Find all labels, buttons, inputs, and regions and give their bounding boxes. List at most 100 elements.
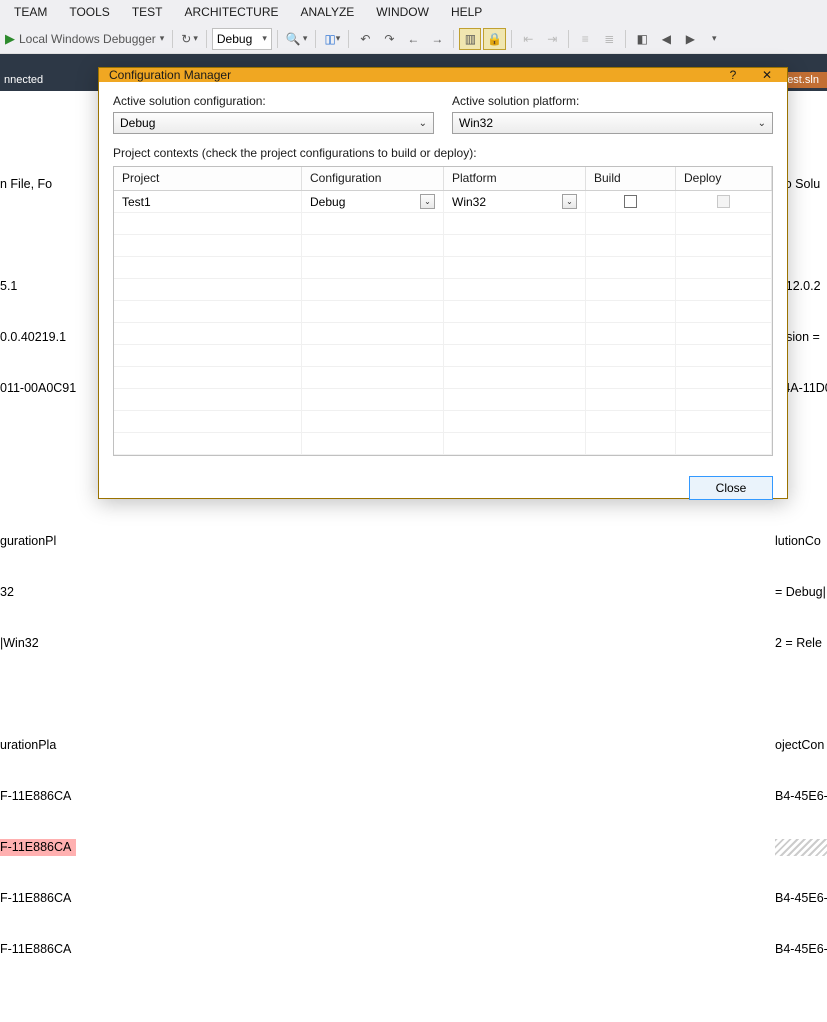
- editor-line: [0, 227, 76, 244]
- arrow-left-icon: ←: [407, 32, 419, 46]
- outdent-button[interactable]: ⇤: [517, 28, 539, 50]
- chevron-down-icon: ⌄: [419, 118, 427, 129]
- comment-button[interactable]: ≡: [574, 28, 596, 50]
- step-icon: ▯▯: [324, 32, 333, 46]
- solution-config-value: Debug: [120, 116, 155, 130]
- deploy-checkbox-disabled: [717, 195, 730, 208]
- separator: [348, 30, 349, 48]
- step-button[interactable]: ▯▯▾: [321, 28, 343, 50]
- editor-line: B4-45E6-: [775, 890, 827, 907]
- next-bookmark-button[interactable]: ▶: [679, 28, 701, 50]
- menu-team[interactable]: TEAM: [4, 3, 57, 21]
- toggle-b-button[interactable]: 🔒: [483, 28, 506, 50]
- cell-project: Test1: [114, 191, 302, 212]
- editor-line-hatched: [775, 839, 827, 856]
- col-project[interactable]: Project: [114, 167, 302, 190]
- editor-line: F-11E886CA: [0, 941, 76, 958]
- solution-config-dropdown[interactable]: Debug ⌄: [113, 112, 434, 134]
- dialog-titlebar[interactable]: Configuration Manager ? ✕: [99, 68, 787, 82]
- table-row-empty: [114, 235, 772, 257]
- comment-icon: ≡: [582, 32, 589, 46]
- close-dialog-button[interactable]: Close: [689, 476, 773, 500]
- dialog-title: Configuration Manager: [109, 68, 231, 82]
- configuration-manager-dialog: Configuration Manager ? ✕ Active solutio…: [98, 67, 788, 499]
- editor-line: [0, 482, 76, 499]
- more-button[interactable]: ▾: [703, 28, 725, 50]
- col-platform[interactable]: Platform: [444, 167, 586, 190]
- config-dropdown[interactable]: Debug ▾: [212, 28, 272, 50]
- editor-line: F-11E886CA: [0, 788, 76, 805]
- menu-analyze[interactable]: ANALYZE: [291, 3, 365, 21]
- col-deploy[interactable]: Deploy: [676, 167, 772, 190]
- cell-configuration-value: Debug: [310, 195, 345, 209]
- project-contexts-label: Project contexts (check the project conf…: [113, 146, 773, 160]
- dropdown-icon: ▾: [712, 33, 717, 44]
- toggle-a-button[interactable]: ▥: [459, 28, 481, 50]
- cell-configuration-dropdown[interactable]: Debug ⌄: [302, 191, 444, 212]
- chevron-down-icon: ⌄: [758, 118, 766, 129]
- close-button[interactable]: ✕: [757, 68, 777, 82]
- separator: [172, 30, 173, 48]
- editor-line: urationPla: [0, 737, 76, 754]
- dialog-footer: Close: [99, 466, 787, 512]
- editor-line: [0, 431, 76, 448]
- help-button[interactable]: ?: [723, 68, 743, 82]
- cell-platform-dropdown[interactable]: Win32 ⌄: [444, 191, 586, 212]
- bookmark-icon: ◧: [637, 32, 648, 46]
- table-row-empty: [114, 433, 772, 455]
- editor-line: 2 = Rele: [775, 635, 827, 652]
- bookmark-button[interactable]: ◧: [631, 28, 653, 50]
- table-row-empty: [114, 411, 772, 433]
- config-dropdown-value: Debug: [217, 32, 252, 46]
- chevron-down-icon: ⌄: [562, 194, 577, 209]
- nav-back-button[interactable]: ←: [402, 28, 424, 50]
- menu-test[interactable]: TEST: [122, 3, 173, 21]
- redo-button[interactable]: ↷: [378, 28, 400, 50]
- play-icon: ▶: [5, 31, 15, 47]
- editor-line: [0, 125, 76, 142]
- editor-line: [0, 686, 76, 703]
- separator: [315, 30, 316, 48]
- col-build[interactable]: Build: [586, 167, 676, 190]
- col-configuration[interactable]: Configuration: [302, 167, 444, 190]
- solution-platform-dropdown[interactable]: Win32 ⌄: [452, 112, 773, 134]
- menu-tools[interactable]: TOOLS: [59, 3, 119, 21]
- project-contexts-grid: Project Configuration Platform Build Dep…: [113, 166, 773, 456]
- start-debugger-button[interactable]: ▶ Local Windows Debugger ▾: [2, 28, 167, 50]
- table-row: Test1 Debug ⌄ Win32 ⌄: [114, 191, 772, 213]
- arrow-right-icon: →: [431, 32, 443, 46]
- refresh-button[interactable]: ↻▾: [178, 28, 201, 50]
- table-row-empty: [114, 367, 772, 389]
- refresh-icon: ↻: [181, 32, 191, 46]
- uncomment-icon: ≣: [604, 32, 614, 46]
- build-checkbox[interactable]: [624, 195, 637, 208]
- prev-bookmark-button[interactable]: ◀: [655, 28, 677, 50]
- chevron-down-icon: ▾: [160, 33, 165, 44]
- toolbar: ▶ Local Windows Debugger ▾ ↻▾ Debug ▾ 🔍▾…: [0, 24, 827, 54]
- cell-build: [586, 191, 676, 212]
- find-button[interactable]: 🔍▾: [283, 28, 310, 50]
- editor-line: 0.0.40219.1: [0, 329, 76, 346]
- menu-help[interactable]: HELP: [441, 3, 492, 21]
- status-text: nnected: [0, 74, 43, 86]
- indent-button[interactable]: ⇥: [541, 28, 563, 50]
- nav-forward-button[interactable]: →: [426, 28, 448, 50]
- menu-window[interactable]: WINDOW: [366, 3, 439, 21]
- menu-architecture[interactable]: ARCHITECTURE: [174, 3, 288, 21]
- separator: [511, 30, 512, 48]
- grid-header: Project Configuration Platform Build Dep…: [114, 167, 772, 191]
- table-row-empty: [114, 257, 772, 279]
- editor-line-highlighted: F-11E886CA: [0, 839, 76, 856]
- undo-button[interactable]: ↶: [354, 28, 376, 50]
- separator: [206, 30, 207, 48]
- editor-line: |Win32: [0, 635, 76, 652]
- indent-icon: ⇥: [547, 32, 557, 46]
- find-icon: 🔍: [286, 32, 301, 46]
- editor-line: B4-45E6-: [775, 941, 827, 958]
- editor-line: lutionCo: [775, 533, 827, 550]
- cell-deploy: [676, 191, 772, 212]
- uncomment-button[interactable]: ≣: [598, 28, 620, 50]
- editor-line: [775, 686, 827, 703]
- lock-icon: 🔒: [487, 32, 502, 46]
- editor-line: [775, 992, 827, 1009]
